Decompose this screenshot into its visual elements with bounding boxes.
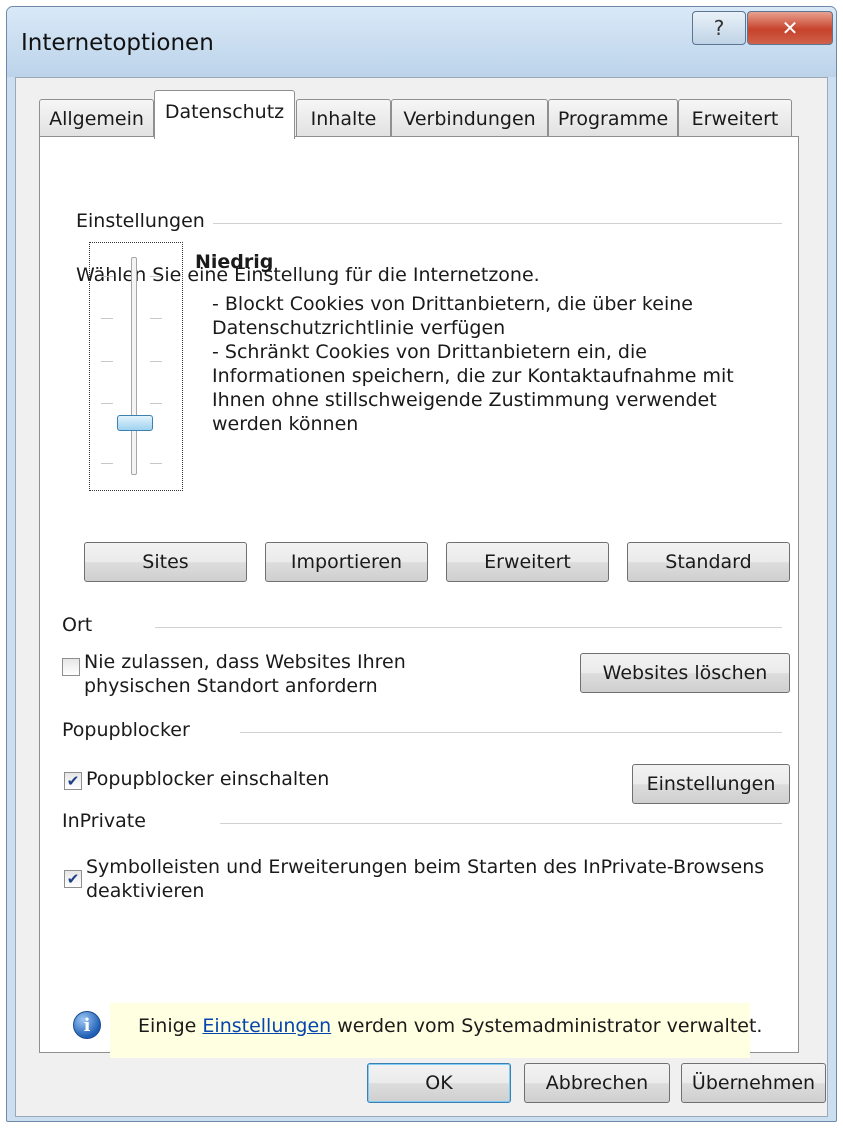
tab-label: Programme bbox=[557, 107, 669, 130]
popup-settings-button-label: Einstellungen bbox=[646, 773, 776, 795]
level-description-line: Datenschutzrichtlinie verfügen bbox=[212, 317, 506, 339]
import-button[interactable]: Importieren bbox=[265, 542, 428, 582]
import-button-label: Importieren bbox=[290, 551, 403, 573]
settings-group-label: Einstellungen bbox=[76, 210, 213, 232]
group-divider bbox=[240, 732, 782, 733]
privacy-level-slider[interactable] bbox=[89, 242, 183, 491]
level-description-line: Informationen speichern, die zur Kontakt… bbox=[212, 365, 734, 387]
ok-button-label: OK bbox=[425, 1072, 453, 1094]
info-prefix: Einige bbox=[138, 1015, 197, 1037]
tab-allgemein[interactable]: Allgemein bbox=[39, 99, 154, 137]
level-description-line: Ihnen ohne stillschweigende Zustimmung v… bbox=[212, 389, 717, 411]
dialog-client-area: Allgemein Datenschutz Inhalte Verbindung… bbox=[15, 77, 828, 1117]
group-divider bbox=[205, 223, 782, 224]
internet-options-dialog: Internetoptionen ? ✕ Allgemein Datenschu… bbox=[6, 6, 837, 1122]
tab-label: Erweitert bbox=[691, 107, 779, 130]
advanced-button[interactable]: Erweitert bbox=[446, 542, 609, 582]
sites-button-label: Sites bbox=[142, 551, 189, 573]
checkmark-icon: ✔ bbox=[66, 870, 80, 888]
popup-checkbox[interactable]: ✔ bbox=[64, 772, 82, 790]
help-button[interactable]: ? bbox=[692, 11, 746, 45]
inprivate-checkbox-label: deaktivieren bbox=[86, 880, 205, 902]
privacy-tab-panel: Einstellungen Wählen Sie eine Einstellun… bbox=[39, 136, 799, 1058]
tab-programme[interactable]: Programme bbox=[548, 99, 678, 137]
tab-label: Datenschutz bbox=[164, 101, 285, 123]
slider-track[interactable] bbox=[131, 257, 137, 475]
advanced-button-label: Erweitert bbox=[484, 551, 571, 573]
popup-group-label: Popupblocker bbox=[62, 719, 198, 741]
popup-settings-button[interactable]: Einstellungen bbox=[632, 764, 790, 804]
info-suffix: werden vom Systemadministrator verwaltet… bbox=[337, 1015, 763, 1037]
clear-websites-button[interactable]: Websites löschen bbox=[580, 653, 790, 693]
inprivate-group-label: InPrivate bbox=[62, 810, 154, 832]
info-message: Einige Einstellungen werden vom Systemad… bbox=[138, 1014, 762, 1038]
inprivate-checkbox-label: Symbolleisten und Erweiterungen beim Sta… bbox=[86, 856, 765, 878]
close-button[interactable]: ✕ bbox=[747, 11, 833, 45]
group-divider bbox=[220, 823, 782, 824]
tab-verbindungen[interactable]: Verbindungen bbox=[391, 99, 548, 137]
group-divider bbox=[155, 627, 782, 628]
location-checkbox-label: Nie zulassen, dass Websites Ihren bbox=[84, 651, 406, 673]
tab-erweitert[interactable]: Erweitert bbox=[678, 99, 792, 137]
help-icon: ? bbox=[713, 16, 725, 40]
location-group-label: Ort bbox=[62, 614, 101, 636]
window-title: Internetoptionen bbox=[21, 30, 214, 56]
tab-datenschutz[interactable]: Datenschutz bbox=[154, 90, 295, 139]
location-checkbox[interactable] bbox=[62, 658, 80, 676]
level-description-line: - Blockt Cookies von Drittanbietern, die… bbox=[212, 293, 693, 315]
level-description-line: - Schränkt Cookies von Drittanbietern ei… bbox=[212, 341, 647, 363]
tab-inhalte[interactable]: Inhalte bbox=[296, 99, 391, 137]
info-icon: i bbox=[73, 1011, 101, 1039]
cancel-button[interactable]: Abbrechen bbox=[524, 1063, 670, 1103]
ok-button[interactable]: OK bbox=[367, 1063, 511, 1103]
tab-label: Inhalte bbox=[310, 107, 377, 130]
privacy-level-title: Niedrig bbox=[195, 251, 274, 273]
slider-thumb[interactable] bbox=[117, 415, 153, 431]
location-checkbox-label: physischen Standort anfordern bbox=[84, 675, 378, 697]
cancel-button-label: Abbrechen bbox=[545, 1072, 649, 1094]
default-button[interactable]: Standard bbox=[627, 542, 790, 582]
info-settings-link[interactable]: Einstellungen bbox=[202, 1015, 331, 1037]
sites-button[interactable]: Sites bbox=[84, 542, 247, 582]
apply-button-label: Übernehmen bbox=[691, 1072, 816, 1094]
clear-websites-button-label: Websites löschen bbox=[602, 662, 768, 684]
apply-button[interactable]: Übernehmen bbox=[681, 1063, 826, 1103]
checkmark-icon: ✔ bbox=[66, 772, 80, 790]
inprivate-checkbox[interactable]: ✔ bbox=[64, 870, 82, 888]
tab-label: Allgemein bbox=[49, 107, 144, 130]
title-bar[interactable]: Internetoptionen ? ✕ bbox=[7, 7, 836, 77]
level-description-line: werden können bbox=[212, 413, 359, 435]
tab-label: Verbindungen bbox=[403, 107, 536, 130]
default-button-label: Standard bbox=[665, 551, 752, 573]
popup-checkbox-label: Popupblocker einschalten bbox=[86, 768, 330, 790]
close-icon: ✕ bbox=[781, 16, 799, 40]
